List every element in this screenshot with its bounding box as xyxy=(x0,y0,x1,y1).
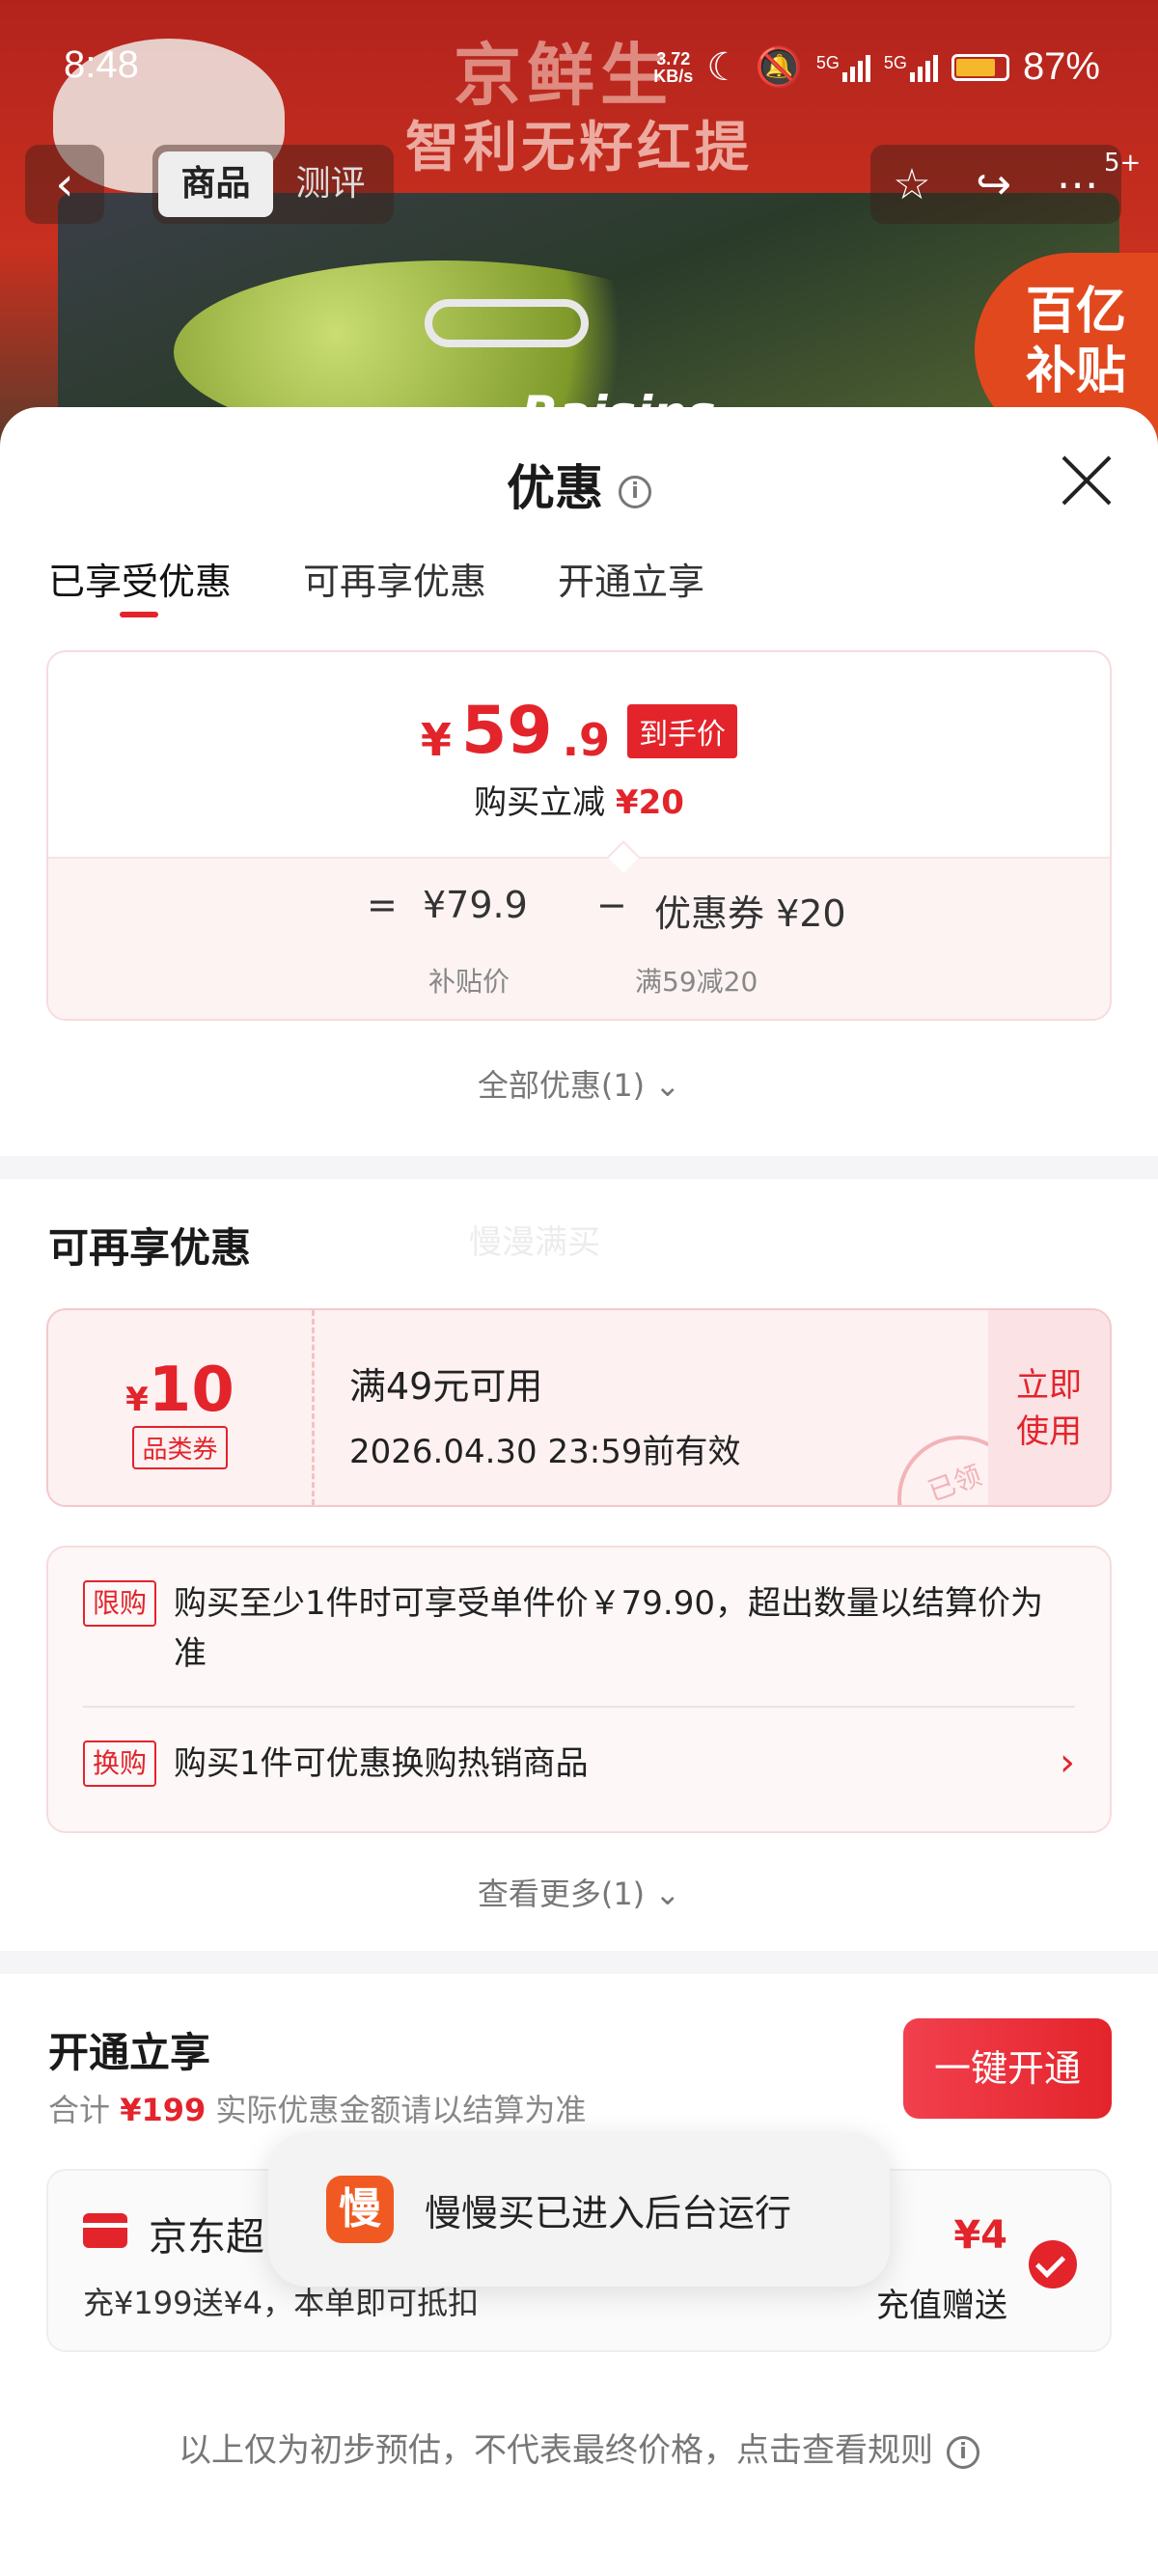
divider xyxy=(0,1156,1158,1179)
message-badge: 5+ xyxy=(1104,149,1142,178)
signal-icon: 5G xyxy=(816,53,870,82)
net-speed: 3.72 KB/s xyxy=(653,48,694,86)
coupon-condition: 满49元可用 xyxy=(349,1365,543,1408)
signal-icon-2: 5G xyxy=(884,53,938,82)
product-tabs: 商品 测评 xyxy=(152,145,394,224)
check-icon[interactable] xyxy=(1029,2240,1077,2288)
info-icon[interactable]: i xyxy=(947,2435,979,2469)
price-tag: 到手价 xyxy=(627,703,738,758)
card-icon xyxy=(83,2213,127,2248)
toast-text: 慢慢买已进入后台运行 xyxy=(425,2191,792,2234)
coupon-amount: ¥10 xyxy=(125,1355,234,1426)
promo-list: 限购 购买至少1件时可享受单件价￥79.90，超出数量以结算价为准 换购 购买1… xyxy=(46,1546,1112,1833)
subsidy-label: 补贴价 xyxy=(428,966,510,998)
tab-product[interactable]: 商品 xyxy=(158,151,273,217)
battery-icon xyxy=(951,53,1009,81)
price-card: ¥59.9 到手价 购买立减 ¥20 = ¥79.9 − 优惠券 ¥20 补贴价… xyxy=(46,650,1112,1021)
sheet-tabs: 已享受优惠 可再享优惠 开通立享 xyxy=(48,552,704,617)
moon-icon: ☾ xyxy=(706,45,742,89)
open-summary: 合计 ¥199 实际优惠金额请以结算为准 xyxy=(48,2092,587,2128)
coupon-card: ¥10 品类券 满49元可用 2026.04.30 23:59前有效 已领 立即… xyxy=(46,1308,1112,1507)
tab-review[interactable]: 测评 xyxy=(273,151,388,217)
tab-enjoyed[interactable]: 已享受优惠 xyxy=(48,552,232,617)
exchange-tag: 换购 xyxy=(83,1740,157,1787)
battery-level: 87% xyxy=(1022,45,1100,88)
more-icon[interactable]: ⋯ xyxy=(1057,160,1099,209)
close-icon[interactable] xyxy=(1060,453,1114,507)
promo-limit: 限购 购买至少1件时可享受单件价￥79.90，超出数量以结算价为准 xyxy=(83,1578,1075,1679)
membership-gift: 充值赠送 xyxy=(876,2287,1007,2325)
mute-icon: 🔕 xyxy=(755,46,803,89)
membership-name: 京东超 xyxy=(149,2215,264,2260)
share-icon[interactable]: ↪ xyxy=(976,160,1011,209)
limit-text: 购买至少1件时可享受单件价￥79.90，超出数量以结算价为准 xyxy=(174,1584,1043,1673)
coupon-value: 优惠券 ¥20 xyxy=(654,892,846,935)
see-more-button[interactable]: 查看更多(1) ⌄ xyxy=(0,1870,1158,1914)
more-offers-title: 可再享优惠 xyxy=(48,1224,252,1272)
coupon-category: 品类券 xyxy=(132,1426,228,1469)
top-nav: ‹ 商品 测评 ☆ ↪ ⋯ 5+ xyxy=(0,145,1158,224)
nav-actions: ☆ ↪ ⋯ xyxy=(870,145,1121,224)
box-handle xyxy=(425,299,589,347)
coupon-expiry: 2026.04.30 23:59前有效 xyxy=(349,1433,741,1471)
open-now-title: 开通立享 xyxy=(48,2029,211,2076)
chevron-left-icon: ‹ xyxy=(55,157,74,211)
coupon-label: 满59减20 xyxy=(635,966,758,998)
chevron-down-icon: ⌄ xyxy=(654,1876,681,1912)
back-button[interactable]: ‹ xyxy=(25,145,104,224)
toast: 慢 慢慢买已进入后台运行 xyxy=(268,2132,890,2287)
reduce-line: 购买立减 ¥20 xyxy=(474,783,684,822)
chevron-down-icon: ⌄ xyxy=(654,1067,681,1104)
offers-sheet: 优惠 i 已享受优惠 可再享优惠 开通立享 ¥59.9 到手价 购买立减 ¥20 … xyxy=(0,407,1158,2576)
sheet-title: 优惠 i xyxy=(0,450,1158,519)
equals-sign: = xyxy=(367,884,398,926)
final-price: ¥59.9 到手价 xyxy=(48,693,1110,769)
chevron-right-icon[interactable]: › xyxy=(1060,1740,1075,1785)
all-offers-button[interactable]: 全部优惠(1) ⌄ xyxy=(0,1061,1158,1106)
subsidy-price: ¥79.9 xyxy=(423,884,528,926)
one-click-open-button[interactable]: 一键开通 xyxy=(903,2018,1112,2119)
use-now-button[interactable]: 立即 使用 xyxy=(988,1310,1110,1505)
divider xyxy=(0,1951,1158,1974)
app-icon: 慢 xyxy=(326,2176,394,2243)
exchange-text: 购买1件可优惠换购热销商品 xyxy=(174,1744,589,1783)
status-time: 8:48 xyxy=(64,43,139,86)
tab-more-offers[interactable]: 可再享优惠 xyxy=(303,552,486,605)
footer-note[interactable]: 以上仅为初步预估，不代表最终价格，点击查看规则 i xyxy=(0,2424,1158,2471)
membership-amount: ¥4 xyxy=(953,2213,1007,2258)
minus-sign: − xyxy=(596,884,627,926)
status-bar: 8:48 3.72 KB/s ☾ 🔕 5G 5G 87% xyxy=(0,39,1158,98)
star-icon[interactable]: ☆ xyxy=(893,160,930,209)
info-icon[interactable]: i xyxy=(619,475,651,508)
tab-open-now[interactable]: 开通立享 xyxy=(558,552,704,605)
limit-tag: 限购 xyxy=(83,1580,157,1627)
promo-exchange[interactable]: 换购 购买1件可优惠换购热销商品 xyxy=(83,1739,1075,1789)
watermark: 慢漫满买 xyxy=(469,1223,600,1262)
